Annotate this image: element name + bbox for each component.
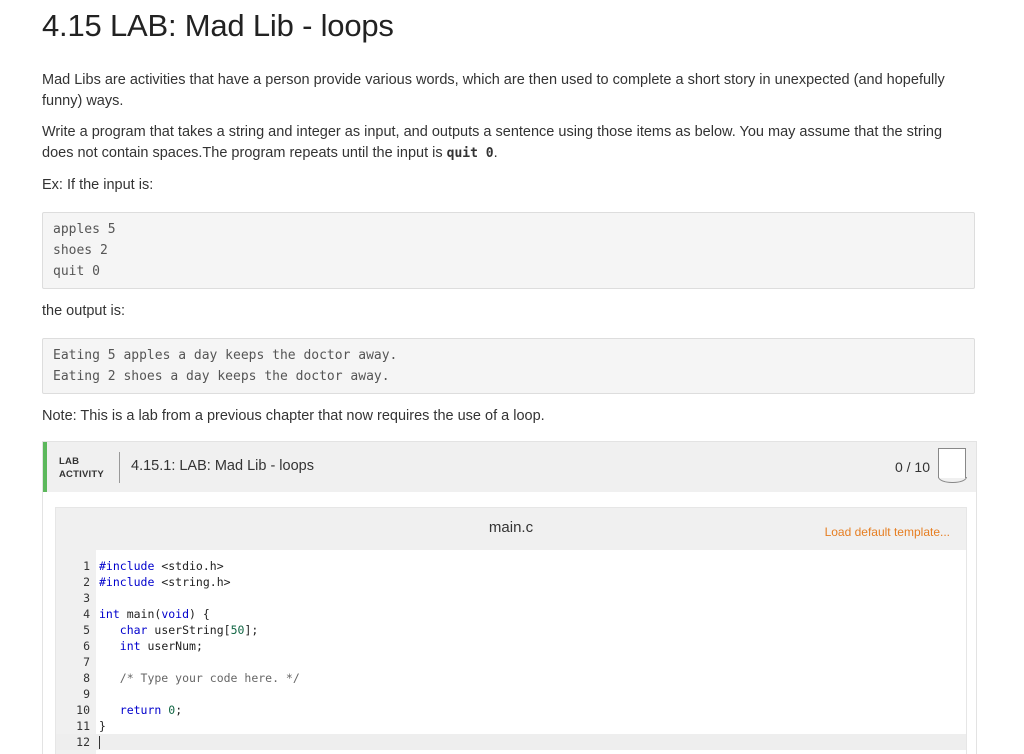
code-line[interactable]: 11} — [56, 718, 966, 734]
lab-activity: LAB ACTIVITY 4.15.1: LAB: Mad Lib - loop… — [42, 441, 977, 754]
line-number: 12 — [76, 735, 90, 749]
note-paragraph: Note: This is a lab from a previous chap… — [42, 408, 545, 424]
line-number: 10 — [76, 703, 90, 717]
code-line[interactable]: 8 /* Type your code here. */ — [56, 670, 966, 686]
header-divider — [119, 452, 120, 483]
line-number: 8 — [83, 671, 90, 685]
example-output-line: Eating 5 apples a day keeps the doctor a… — [53, 348, 398, 363]
instructions-paragraph: Write a program that takes a string and … — [42, 122, 967, 164]
line-number: 5 — [83, 623, 90, 637]
code-text: int userNum; — [119, 639, 203, 653]
example-input-line: apples 5 — [53, 222, 116, 237]
code-line[interactable]: 2 #include <string.h> — [56, 574, 966, 590]
load-default-template-link[interactable]: Load default template... — [825, 525, 950, 539]
page: 4.15 LAB: Mad Lib - loops Mad Libs are a… — [0, 0, 1024, 754]
code-line[interactable]: 1 #include <stdio.h> — [56, 558, 966, 574]
intro-paragraph: Mad Libs are activities that have a pers… — [42, 72, 945, 109]
code-editor-panel: main.c Load default template... 1 #includ… — [55, 507, 967, 754]
code-text: return 0; — [119, 703, 183, 717]
lab-score: 0 / 10 — [894, 459, 930, 475]
lab-activity-title: 4.15.1: LAB: Mad Lib - loops — [131, 458, 314, 474]
completion-badge-icon — [937, 448, 967, 483]
line-number: 3 — [83, 591, 90, 605]
lab-tag-line: ACTIVITY — [59, 469, 104, 480]
code-line[interactable]: 10 return 0; — [56, 702, 966, 718]
example-output-box: Eating 5 apples a day keeps the doctor a… — [42, 338, 975, 394]
code-text: /* Type your code here. */ — [99, 671, 300, 685]
line-number: 6 — [83, 639, 90, 653]
line-number: 1 — [83, 559, 90, 573]
line-number: 9 — [83, 687, 90, 701]
example-input-box: apples 5 shoes 2 quit 0 — [42, 212, 975, 289]
line-number: 4 — [83, 607, 90, 621]
code-line[interactable]: 5 char userString[50]; — [56, 622, 966, 638]
code-text: #include <stdio.h> — [99, 559, 224, 573]
lab-activity-header: LAB ACTIVITY 4.15.1: LAB: Mad Lib - loop… — [43, 442, 976, 492]
page-title: 4.15 LAB: Mad Lib - loops — [42, 8, 394, 43]
instructions-end: . — [493, 145, 498, 161]
lab-tag-line: LAB — [59, 456, 80, 467]
lab-activity-tag: LAB ACTIVITY — [59, 455, 104, 481]
example-input-line: quit 0 — [53, 264, 100, 279]
line-number: 7 — [83, 655, 90, 669]
code-line[interactable]: 12 — [56, 734, 966, 750]
code-text — [99, 734, 100, 750]
line-number: 2 — [83, 575, 90, 589]
code-text: #include <string.h> — [99, 575, 231, 589]
code-line[interactable]: 6 int userNum; — [56, 638, 966, 654]
code-text: } — [99, 719, 106, 733]
example-output-line: Eating 2 shoes a day keeps the doctor aw… — [53, 369, 390, 384]
quit-code: quit 0 — [446, 146, 494, 161]
editor-header: main.c Load default template... — [56, 508, 966, 550]
code-editor[interactable]: 1 #include <stdio.h> 2 #include <string.h> 3… — [56, 550, 966, 754]
code-line[interactable]: 3 — [56, 590, 966, 606]
example-input-line: shoes 2 — [53, 243, 108, 258]
code-text: int main(void) { — [99, 607, 210, 621]
code-text: char userString[50]; — [119, 623, 259, 637]
output-label: the output is: — [42, 303, 126, 319]
example-label: Ex: If the input is: — [42, 177, 154, 193]
code-line[interactable]: 4 int main(void) { — [56, 606, 966, 622]
text-cursor — [99, 736, 100, 749]
code-line[interactable]: 7 — [56, 654, 966, 670]
code-line[interactable]: 9 — [56, 686, 966, 702]
line-number: 11 — [76, 719, 90, 733]
